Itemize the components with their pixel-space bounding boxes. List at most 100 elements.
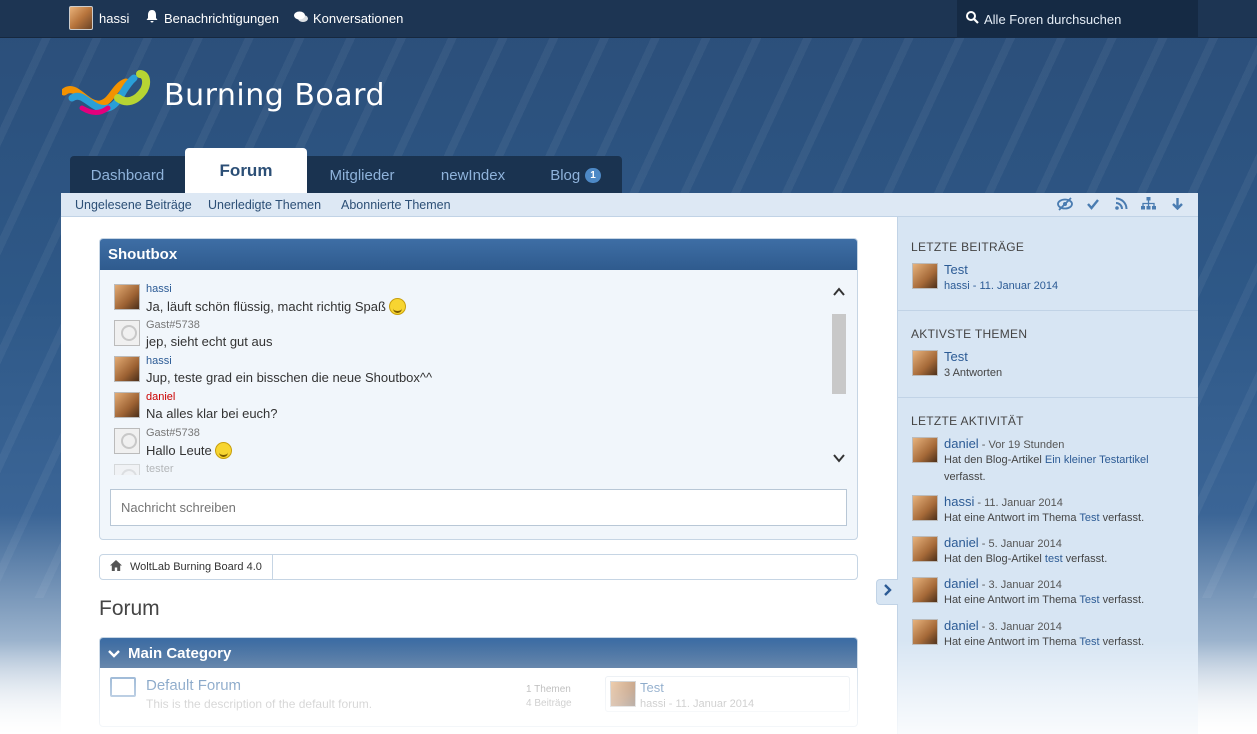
activity-time: - 3. Januar 2014 xyxy=(978,579,1062,591)
shout-author: Gast#5738 xyxy=(146,427,200,439)
search-input[interactable]: Alle Foren durchsuchen xyxy=(957,0,1198,38)
activity-text-post: verfasst. xyxy=(1062,553,1108,565)
shoutbox: Shoutbox hassi Ja, läuft schön flüssig, … xyxy=(99,238,858,540)
avatar[interactable] xyxy=(912,536,938,562)
forum-category: Main Category Default Forum This is the … xyxy=(99,637,858,727)
tab-label: Forum xyxy=(219,161,273,180)
mark-read-icon[interactable] xyxy=(1057,197,1073,213)
activity-user[interactable]: daniel xyxy=(944,618,979,633)
smile-emoji-icon xyxy=(214,442,232,459)
avatar[interactable] xyxy=(114,320,140,346)
avatar[interactable] xyxy=(114,428,140,454)
thread-title[interactable]: Test xyxy=(944,349,968,364)
activity-header: daniel - Vor 19 Stunden xyxy=(944,436,1064,451)
activity-user[interactable]: daniel xyxy=(944,535,979,550)
activity-text-pre: Hat den Blog-Artikel xyxy=(944,553,1045,565)
activity-text-pre: Hat eine Antwort im Thema xyxy=(944,594,1080,606)
tab-label: newIndex xyxy=(440,166,506,184)
breadcrumb-item[interactable]: WoltLab Burning Board 4.0 xyxy=(110,554,273,580)
category-header[interactable]: Main Category xyxy=(100,638,857,668)
activity-user[interactable]: daniel xyxy=(944,576,979,591)
avatar[interactable] xyxy=(912,263,938,289)
avatar[interactable] xyxy=(114,284,140,310)
shoutbox-scrollbar[interactable] xyxy=(831,284,847,470)
logo-text: Burning Board xyxy=(164,77,386,113)
shout-author[interactable]: hassi xyxy=(146,355,172,367)
subscribed-threads-link[interactable]: Abonnierte Themen xyxy=(341,198,451,212)
rss-icon[interactable] xyxy=(1113,197,1129,213)
chevron-down-icon[interactable] xyxy=(831,450,847,466)
avatar[interactable] xyxy=(912,437,938,463)
activity-item: hassi - 11. Januar 2014 Hat eine Antwort… xyxy=(911,494,1191,534)
chevron-down-icon[interactable] xyxy=(108,645,120,662)
shout-text-content: Hallo Leute xyxy=(146,443,212,458)
shout-author: Gast#5738 xyxy=(146,319,200,331)
activity-text: Hat eine Antwort im Thema Test verfasst. xyxy=(944,512,1144,524)
activity-time: - Vor 19 Stunden xyxy=(978,439,1065,451)
avatar[interactable] xyxy=(114,356,140,382)
forum-description: This is the description of the default f… xyxy=(146,697,373,711)
category-title: Main Category xyxy=(128,644,232,662)
post-title[interactable]: Test xyxy=(944,262,968,277)
chevron-right-icon xyxy=(883,583,892,600)
notifications-button[interactable]: Benachrichtigungen xyxy=(145,0,279,36)
page-title: Forum xyxy=(99,597,160,620)
avatar[interactable] xyxy=(610,681,636,707)
sidebar: LETZTE BEITRÄGE Test hassi - 11. Januar … xyxy=(897,217,1198,734)
shout-message-input[interactable] xyxy=(110,489,847,526)
shout-text: Jup, teste grad ein bisschen die neue Sh… xyxy=(146,370,433,385)
activity-link[interactable]: Test xyxy=(1079,594,1099,606)
avatar[interactable] xyxy=(114,392,140,418)
scrollbar-thumb[interactable] xyxy=(832,314,846,394)
search-placeholder: Alle Foren durchsuchen xyxy=(984,11,1122,27)
shout-text: Hallo Leute xyxy=(146,442,232,459)
activity-user[interactable]: hassi xyxy=(944,494,974,509)
activity-text: Hat eine Antwort im Thema Test verfasst. xyxy=(944,636,1144,648)
activity-link[interactable]: Ein kleiner Testartikel xyxy=(1045,454,1149,466)
shout-message: daniel Na alles klar bei euch? xyxy=(112,389,812,425)
activity-text-post: verfasst. xyxy=(1099,594,1145,606)
tab-forum[interactable]: Forum xyxy=(185,148,307,194)
shout-list[interactable]: hassi Ja, läuft schön flüssig, macht ric… xyxy=(112,281,828,475)
chevron-up-icon[interactable] xyxy=(831,284,847,300)
forum-stats: 1 Themen 4 Beiträge xyxy=(526,683,572,711)
user-menu[interactable]: hassi xyxy=(69,0,129,36)
shout-author[interactable]: daniel xyxy=(146,391,175,403)
site-logo[interactable]: Burning Board xyxy=(62,68,385,122)
forum-last-post: Test hassi - 11. Januar 2014 xyxy=(605,676,850,712)
unsolved-threads-link[interactable]: Unerledigte Themen xyxy=(208,198,321,212)
activity-user[interactable]: daniel xyxy=(944,436,979,451)
breadcrumb: WoltLab Burning Board 4.0 xyxy=(99,554,858,580)
activity-text-line3: verfasst. xyxy=(944,471,986,483)
unread-posts-link[interactable]: Ungelesene Beiträge xyxy=(75,198,192,212)
sidebar-thread-item: Test 3 Antworten xyxy=(911,349,1191,389)
avatar[interactable] xyxy=(912,619,938,645)
activity-item: daniel - 3. Januar 2014 Hat eine Antwort… xyxy=(911,618,1191,658)
sitemap-icon[interactable] xyxy=(1140,197,1156,213)
sidebar-latest-posts: LETZTE BEITRÄGE Test hassi - 11. Januar … xyxy=(898,217,1198,311)
user-avatar xyxy=(69,6,93,30)
tab-label: Dashboard xyxy=(90,166,165,184)
avatar[interactable] xyxy=(912,495,938,521)
activity-time: - 11. Januar 2014 xyxy=(974,497,1063,509)
tab-dashboard[interactable]: Dashboard xyxy=(70,156,185,194)
conversations-button[interactable]: Konversationen xyxy=(294,0,403,36)
avatar[interactable] xyxy=(114,464,140,475)
activity-text: Hat eine Antwort im Thema Test verfasst. xyxy=(944,594,1144,606)
avatar[interactable] xyxy=(912,350,938,376)
last-post-title[interactable]: Test xyxy=(640,680,664,695)
check-icon[interactable] xyxy=(1085,197,1101,213)
shout-message: Gast#5738 jep, sieht echt gut aus xyxy=(112,317,812,353)
avatar[interactable] xyxy=(912,577,938,603)
activity-link[interactable]: Test xyxy=(1079,636,1099,648)
forum-name[interactable]: Default Forum xyxy=(146,677,241,694)
activity-link[interactable]: Test xyxy=(1079,512,1099,524)
shout-author[interactable]: hassi xyxy=(146,283,172,295)
arrow-down-icon[interactable] xyxy=(1169,197,1185,213)
activity-link[interactable]: test xyxy=(1045,553,1063,565)
tab-blog[interactable]: Blog 1 xyxy=(529,156,622,194)
tab-newindex[interactable]: newIndex xyxy=(417,156,529,194)
tab-members[interactable]: Mitglieder xyxy=(307,156,417,194)
sidebar-toggle-button[interactable] xyxy=(876,579,898,605)
forum-thread-count: 1 Themen xyxy=(526,684,571,695)
